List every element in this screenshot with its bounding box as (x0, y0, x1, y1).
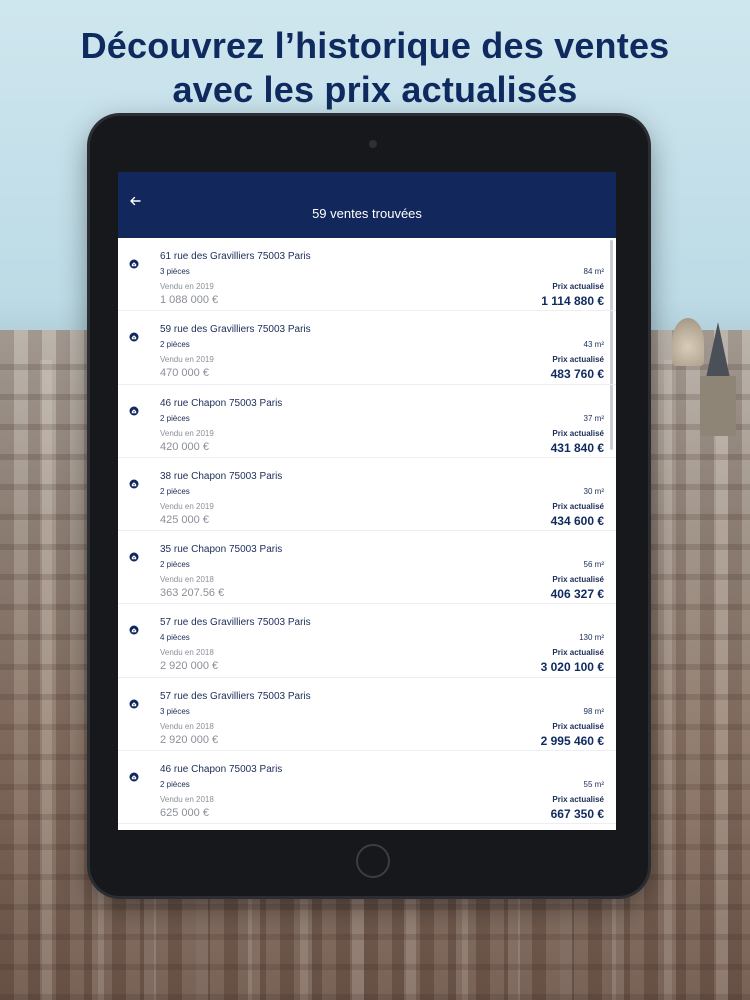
sale-area: 55 m² (583, 780, 604, 790)
sale-year: Vendu en 2018 (160, 721, 214, 731)
app-screen: 59 ventes trouvées 61 rue des Gravillier… (118, 172, 616, 830)
list-item[interactable]: 57 rue des Gravilliers 75003 Paris 4 piè… (118, 604, 616, 678)
updated-price-label: Prix actualisé (552, 575, 604, 585)
headline-line-2: avec les prix actualisés (172, 69, 578, 110)
updated-price: 2 995 460 € (540, 733, 604, 748)
list-item[interactable]: 57 rue des Gravilliers 75003 Paris 3 piè… (118, 678, 616, 752)
sale-rooms: 2 pièces (160, 340, 190, 350)
list-item[interactable]: 46 rue Chapon 75003 Paris 2 pièces Vendu… (118, 751, 616, 825)
sale-area: 30 m² (583, 486, 604, 496)
sold-home-icon (129, 769, 139, 782)
sold-home-icon (129, 403, 139, 416)
sale-price: 1 088 000 € (160, 294, 219, 306)
sale-area: 56 m² (583, 560, 604, 570)
sale-area: 98 m² (583, 706, 604, 716)
promo-headline: Découvrez l’historique des ventes avec l… (0, 24, 750, 112)
sale-area: 43 m² (583, 340, 604, 350)
sale-year: Vendu en 2019 (160, 355, 214, 365)
sale-address: 46 rue Chapon 75003 Paris (160, 397, 283, 409)
sold-home-icon (129, 256, 139, 269)
sale-rooms: 3 pièces (160, 706, 190, 716)
sale-address: 57 rue des Gravilliers 75003 Paris (160, 690, 311, 702)
sale-area: 37 m² (583, 413, 604, 423)
updated-price-label: Prix actualisé (552, 355, 604, 365)
sale-year: Vendu en 2019 (160, 282, 214, 291)
list-item[interactable]: 59 rue des Gravilliers 75003 Paris 2 piè… (118, 311, 616, 385)
sale-rooms: 2 pièces (160, 560, 190, 570)
updated-price: 1 114 880 € (541, 294, 604, 308)
sale-rooms: 2 pièces (160, 413, 190, 423)
updated-price: 667 350 € (550, 807, 604, 822)
sale-price: 425 000 € (160, 513, 209, 526)
sale-address: 35 rue Chapon 75003 Paris (160, 544, 283, 556)
sold-home-icon (129, 696, 139, 709)
list-item[interactable]: 35 rue Chapon 75003 Paris 2 pièces Vendu… (118, 531, 616, 605)
sale-address: 61 rue des Gravilliers 75003 Paris (160, 251, 311, 262)
page-title: 59 ventes trouvées (312, 206, 422, 221)
background-spire (706, 322, 730, 378)
updated-price-label: Prix actualisé (552, 428, 604, 438)
sale-year: Vendu en 2018 (160, 648, 214, 658)
sale-rooms: 2 pièces (160, 486, 190, 496)
sale-price: 470 000 € (160, 367, 209, 380)
headline-line-1: Découvrez l’historique des ventes (80, 25, 670, 66)
sold-home-icon (129, 549, 139, 562)
updated-price: 406 327 € (550, 587, 604, 602)
sale-address: 46 rue Chapon 75003 Paris (160, 764, 283, 776)
sale-year: Vendu en 2019 (160, 501, 214, 511)
sale-year: Vendu en 2019 (160, 428, 214, 438)
updated-price-label: Prix actualisé (552, 721, 604, 731)
sale-year: Vendu en 2018 (160, 575, 214, 585)
sale-area: 130 m² (579, 633, 604, 643)
list-item[interactable]: 61 rue des Gravilliers 75003 Paris 3 piè… (118, 238, 616, 312)
updated-price-label: Prix actualisé (552, 501, 604, 511)
updated-price: 431 840 € (550, 440, 604, 455)
sale-year: Vendu en 2018 (160, 795, 214, 805)
sale-address: 38 rue Chapon 75003 Paris (160, 470, 283, 482)
sale-price: 625 000 € (160, 807, 209, 820)
home-button[interactable] (356, 844, 390, 878)
sale-rooms: 4 pièces (160, 633, 190, 643)
app-bar: 59 ventes trouvées (118, 172, 616, 238)
sale-price: 2 920 000 € (160, 733, 219, 746)
sales-list[interactable]: 61 rue des Gravilliers 75003 Paris 3 piè… (118, 238, 616, 830)
sale-rooms: 2 pièces (160, 780, 190, 790)
background-tower (700, 376, 736, 436)
updated-price: 483 760 € (550, 367, 604, 382)
sale-price: 420 000 € (160, 440, 209, 453)
list-item[interactable]: 46 rue Chapon 75003 Paris 2 pièces Vendu… (118, 385, 616, 458)
sale-address: 59 rue des Gravilliers 75003 Paris (160, 324, 311, 336)
sale-address: 57 rue des Gravilliers 75003 Paris (160, 617, 311, 629)
sale-price: 2 920 000 € (160, 660, 219, 673)
sale-area: 84 m² (583, 267, 604, 276)
camera-icon (369, 140, 377, 148)
sold-home-icon (129, 622, 139, 635)
updated-price: 3 020 100 € (540, 660, 604, 675)
updated-price-label: Prix actualisé (552, 648, 604, 658)
sale-rooms: 3 pièces (160, 267, 190, 276)
updated-price-label: Prix actualisé (552, 282, 604, 291)
list-item[interactable]: 38 rue Chapon 75003 Paris 2 pièces Vendu… (118, 458, 616, 532)
sold-home-icon (129, 329, 139, 342)
background-dome (672, 318, 704, 366)
tablet-frame: 59 ventes trouvées 61 rue des Gravillier… (90, 116, 648, 896)
sold-home-icon (129, 476, 139, 489)
updated-price-label: Prix actualisé (552, 795, 604, 805)
updated-price: 434 600 € (550, 513, 604, 528)
sale-price: 363 207.56 € (160, 587, 225, 600)
